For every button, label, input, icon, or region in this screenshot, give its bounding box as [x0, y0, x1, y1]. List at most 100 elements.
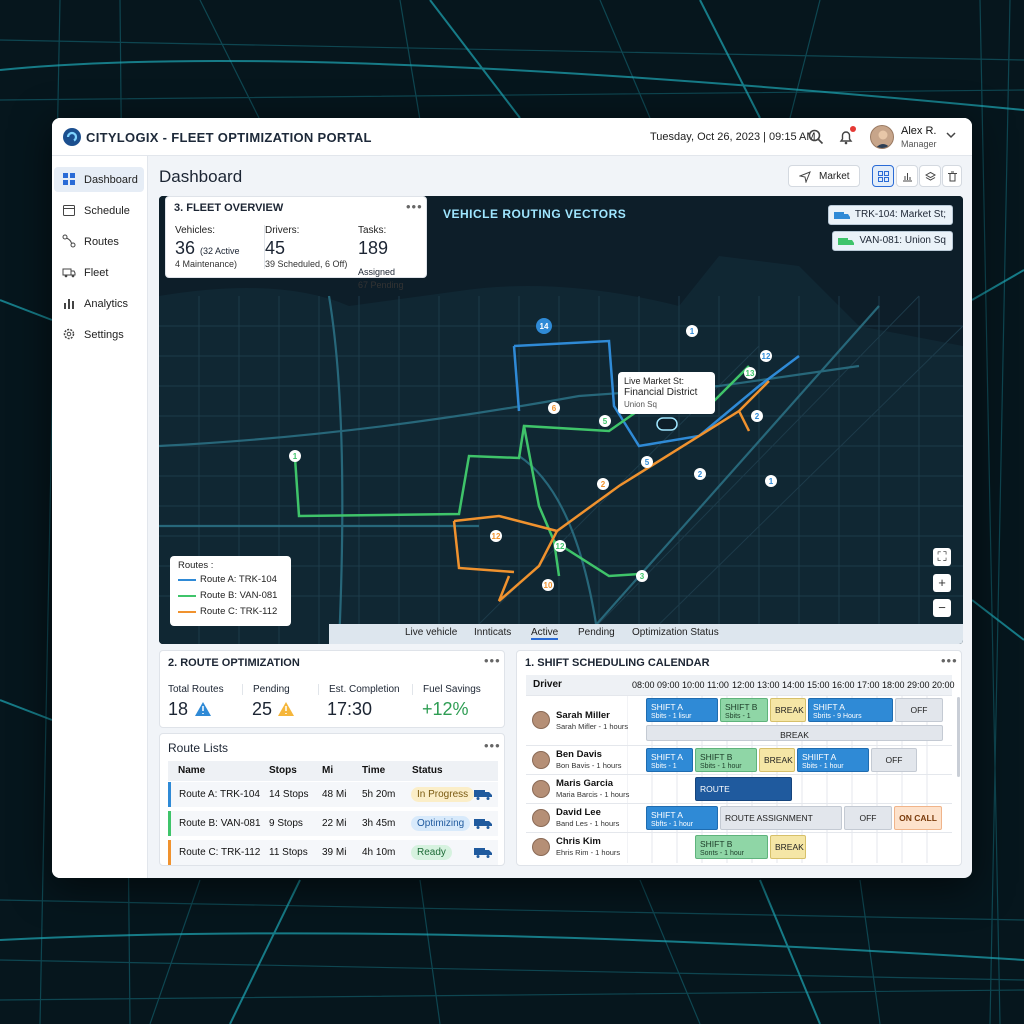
- bar-chart-icon: [64, 299, 74, 309]
- shift-a-block[interactable]: SHIFT A Sbrits - 9 Hours: [808, 698, 893, 722]
- map-marker: 2: [751, 410, 763, 422]
- svg-text:12: 12: [762, 352, 771, 361]
- shift-calendar-title: 1. SHIFT SCHEDULING CALENDAR: [525, 657, 710, 669]
- shift-a-block[interactable]: SHIIFT A Sbits - 1 hour: [797, 748, 869, 772]
- more-options-icon[interactable]: •••: [484, 653, 501, 668]
- table-row[interactable]: Route A: TRK-104 14 Stops 48 Mi 5h 20m I…: [168, 782, 498, 807]
- stat-label: Est. Completion: [318, 684, 400, 695]
- shift-b-block[interactable]: SHIFT BSbits - 1 hour: [695, 748, 757, 772]
- zoom-in-button[interactable]: +: [933, 574, 951, 592]
- est-completion-value: 17:30: [327, 699, 373, 719]
- on-call-block[interactable]: ON CALL: [894, 806, 942, 830]
- calendar-row-david-lee: David Lee Band Les - 1 hours SHIFT A Sbft…: [526, 803, 952, 832]
- map-marker: 1: [289, 450, 301, 462]
- svg-text:5: 5: [603, 417, 608, 426]
- zoom-out-button[interactable]: −: [933, 599, 951, 617]
- status-badge: Ready: [411, 845, 452, 860]
- sidebar-item-schedule[interactable]: Schedule: [54, 198, 144, 223]
- break-block[interactable]: BREAK: [770, 835, 806, 859]
- map-marker: 12: [554, 540, 566, 552]
- calendar-row-chris-kim: Chris Kim Ehris Rim - 1 hours SHIFT B Son…: [526, 832, 952, 861]
- map-marker: 1: [686, 325, 698, 337]
- chart-view-button[interactable]: [896, 165, 918, 187]
- user-avatar[interactable]: [870, 125, 894, 149]
- table-row[interactable]: Route B: VAN-081 9 Stops 22 Mi 3h 45m Op…: [168, 811, 498, 836]
- chevron-down-icon[interactable]: [945, 129, 957, 141]
- page-title: Dashboard: [159, 167, 243, 186]
- off-block[interactable]: OFF: [871, 748, 917, 772]
- svg-text:2: 2: [601, 480, 606, 489]
- break-block[interactable]: BREAK: [646, 725, 943, 741]
- route-assignment-block[interactable]: ROUTE ASSIGNMENT: [720, 806, 842, 830]
- svg-text:1: 1: [293, 452, 298, 461]
- tab-optimization-status[interactable]: Optimization Status: [632, 627, 719, 638]
- route-assignment-block[interactable]: ROUTE ASSIGNMENT: [695, 777, 792, 801]
- search-icon[interactable]: [807, 128, 825, 146]
- gear-icon: [63, 328, 75, 340]
- status-badge: In Progress: [411, 787, 475, 802]
- truck-icon[interactable]: [474, 818, 492, 829]
- break-block[interactable]: BREAK: [770, 698, 806, 722]
- sidebar-item-analytics[interactable]: Analytics: [54, 291, 144, 316]
- fuel-savings-value: +12%: [422, 699, 469, 719]
- route-icon: [62, 234, 76, 248]
- sidebar-item-settings[interactable]: Settings: [54, 322, 144, 347]
- tab-innticats[interactable]: Innticats: [474, 627, 511, 638]
- status-badge: Optimizing: [411, 816, 471, 831]
- vehicle-tag-trk104[interactable]: TRK-104: Market St;: [827, 205, 953, 225]
- user-role: Manager: [901, 139, 937, 149]
- svg-text:1: 1: [769, 477, 774, 486]
- map-marker: 2: [597, 478, 609, 490]
- shift-b-block[interactable]: SHIFT BSbits - 1 hour: [720, 698, 768, 722]
- table-row[interactable]: Route C: TRK-112 11 Stops 39 Mi 4h 10m R…: [168, 840, 498, 865]
- tab-live-vehicle[interactable]: Live vehicle: [405, 627, 457, 638]
- fullscreen-button[interactable]: ⛶: [933, 548, 951, 566]
- truck-icon: [62, 268, 76, 278]
- map-marker: 5: [599, 415, 611, 427]
- svg-text:5: 5: [645, 458, 650, 467]
- tab-pending[interactable]: Pending: [578, 627, 615, 638]
- drivers-stat: Drivers: 45 39 Scheduled, 6 Off): [264, 225, 348, 269]
- sidebar-item-fleet[interactable]: Fleet: [54, 260, 144, 285]
- calendar-scrollbar[interactable]: [957, 697, 960, 777]
- citylogix-logo-icon: [63, 128, 81, 146]
- map-marker: 2: [694, 468, 706, 480]
- truck-icon[interactable]: [474, 847, 492, 858]
- pending-value: 25: [252, 699, 273, 719]
- layers-button[interactable]: [919, 165, 941, 187]
- routes-legend: Routes : Route A: TRK-104 Route B: VAN-0…: [170, 556, 291, 626]
- warning-icon: [195, 702, 211, 716]
- avatar: [532, 838, 550, 856]
- grid-icon: [63, 173, 75, 185]
- svg-text:10: 10: [544, 581, 553, 590]
- sidebar-item-label: Routes: [84, 236, 119, 248]
- route-lists-title: Route Lists: [168, 741, 229, 755]
- more-options-icon[interactable]: •••: [484, 738, 501, 753]
- break-block[interactable]: BREAK: [759, 748, 795, 772]
- shift-a-block[interactable]: SHIFT A Sbfts - 1 hour: [646, 806, 718, 830]
- tab-active[interactable]: Active: [531, 627, 559, 640]
- vehicle-tag-van081[interactable]: VAN-081: Union Sq: [832, 231, 953, 251]
- app-title: CITYLOGIX - FLEET OPTIMIZATION PORTAL: [86, 130, 372, 145]
- avatar: [532, 780, 550, 798]
- off-block[interactable]: OFF: [844, 806, 892, 830]
- current-datetime: Tuesday, Oct 26, 2023 | 09:15 AM: [650, 131, 816, 143]
- more-options-icon[interactable]: •••: [406, 199, 423, 214]
- routing-map[interactable]: 14 1 12 13 2 6 5 5 1 2 12 12 10 3 2 1 3.…: [159, 196, 963, 644]
- grid-view-button[interactable]: [872, 165, 894, 187]
- sidebar-item-routes[interactable]: Routes: [54, 229, 144, 254]
- bar-chart-icon: [903, 173, 912, 182]
- shift-a-block[interactable]: SHIFT A Sbits - 1 lisur: [646, 698, 718, 722]
- delete-button[interactable]: [942, 165, 962, 187]
- market-button[interactable]: Market: [788, 165, 860, 187]
- off-block[interactable]: OFF: [895, 698, 943, 722]
- sidebar-item-dashboard[interactable]: Dashboard: [54, 167, 144, 192]
- legend-item-route-a: Route A: TRK-104: [178, 572, 283, 588]
- trash-icon: [948, 171, 957, 182]
- map-marker: 6: [548, 402, 560, 414]
- shift-b-block[interactable]: SHIFT B Sonts - 1 hour: [695, 835, 768, 859]
- truck-icon[interactable]: [474, 789, 492, 800]
- more-options-icon[interactable]: •••: [941, 653, 958, 668]
- legend-item-route-c: Route C: TRK-112: [178, 604, 283, 620]
- shift-a-block[interactable]: SHIFT ASbits - 1 hour: [646, 748, 693, 772]
